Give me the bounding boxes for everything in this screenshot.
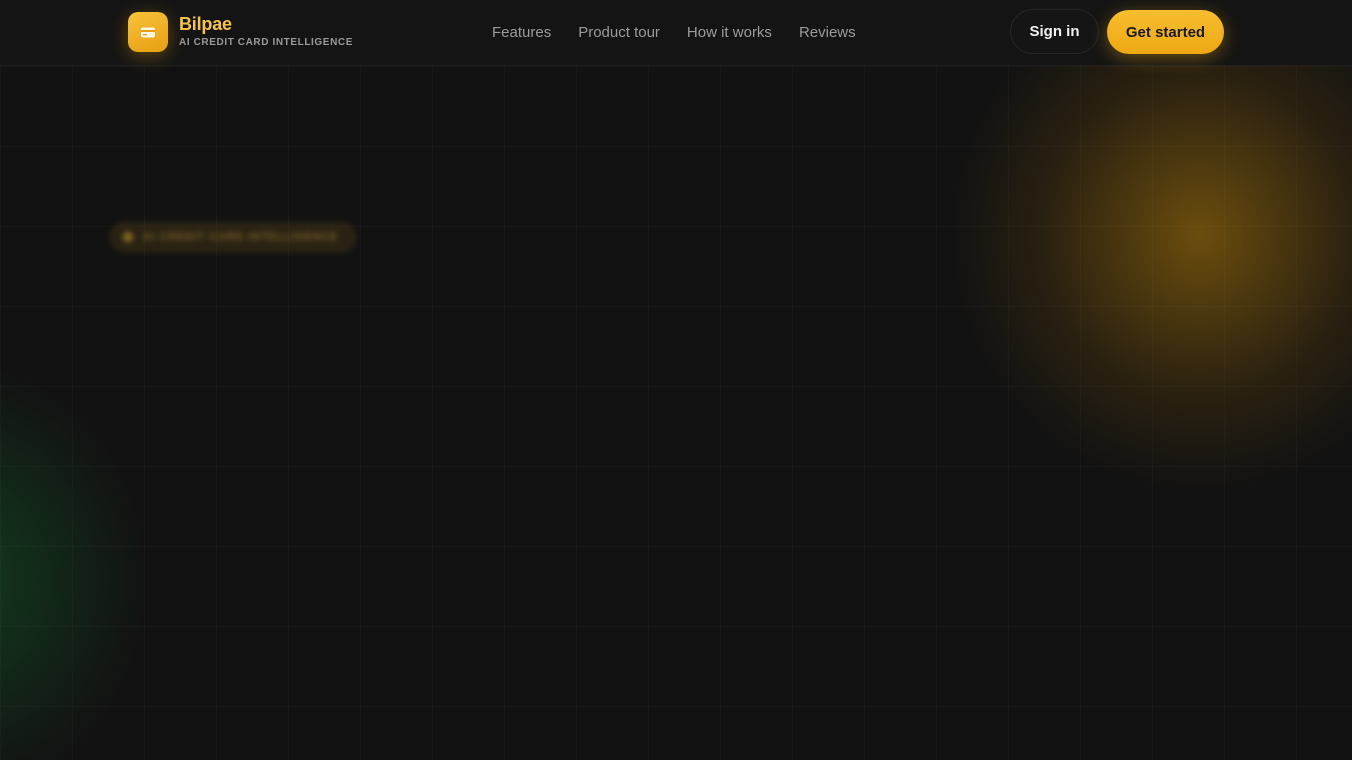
brand-name: Bilpae	[179, 14, 232, 34]
nav-link-features[interactable]: Features	[492, 24, 551, 41]
nav-link-product-tour[interactable]: Product tour	[578, 24, 660, 41]
get-started-button[interactable]: Get started	[1107, 10, 1224, 54]
background-grid	[0, 66, 1352, 760]
landing-page: Bilpae AI CREDIT CARD INTELLIGENCE Featu…	[0, 0, 1352, 760]
sparkle-icon	[123, 232, 133, 242]
site-header: Bilpae AI CREDIT CARD INTELLIGENCE Featu…	[0, 0, 1352, 66]
nav-link-how-it-works[interactable]: How it works	[687, 24, 772, 41]
hero-badge: AI CREDIT CARD INTELLIGENCE	[110, 222, 356, 252]
main-nav: Features Product tour How it works Revie…	[492, 0, 856, 64]
brand-tagline: AI CREDIT CARD INTELLIGENCE	[179, 37, 353, 48]
hero-badge-text: AI CREDIT CARD INTELLIGENCE	[143, 231, 339, 243]
brand-logo[interactable]: Bilpae AI CREDIT CARD INTELLIGENCE	[128, 12, 353, 52]
nav-link-reviews[interactable]: Reviews	[799, 24, 856, 41]
credit-card-icon	[128, 12, 168, 52]
sign-in-button[interactable]: Sign in	[1010, 9, 1099, 54]
